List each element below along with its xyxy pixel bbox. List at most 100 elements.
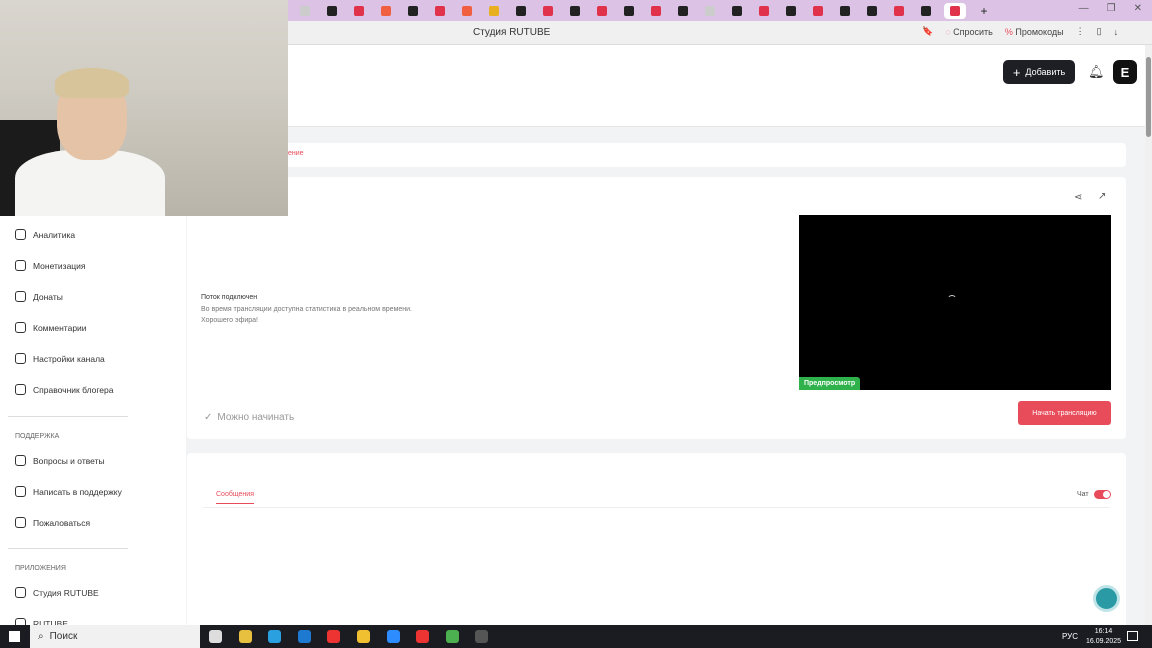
- new-tab-button[interactable]: +: [975, 3, 993, 19]
- chat-label: Чат: [1077, 491, 1089, 498]
- browser-tab[interactable]: [647, 3, 665, 19]
- chat-card: Сообщения Чат: [187, 453, 1126, 633]
- sidebar-item[interactable]: Настройки канала: [15, 353, 105, 364]
- sidebar-item[interactable]: Справочник блогера: [15, 384, 113, 395]
- notifications-icon[interactable]: [1127, 631, 1138, 641]
- browser-tab[interactable]: [485, 3, 503, 19]
- sidebar-item[interactable]: Комментарии: [15, 322, 87, 333]
- favicon-icon: [813, 5, 823, 16]
- sidebar-item[interactable]: Вопросы и ответы: [15, 455, 105, 466]
- browser-tab[interactable]: [674, 3, 692, 19]
- external-link-icon[interactable]: ↗: [1098, 191, 1106, 202]
- browser-tab[interactable]: [701, 3, 719, 19]
- tab-messages[interactable]: Сообщения: [216, 491, 254, 504]
- favicon-icon: [840, 5, 850, 16]
- restore-button[interactable]: ❐: [1107, 3, 1116, 14]
- sidebar-item[interactable]: Пожаловаться: [15, 517, 90, 528]
- sidebar-item-icon: [15, 291, 26, 302]
- browser-tab[interactable]: [944, 2, 966, 19]
- browser-tab[interactable]: [458, 3, 476, 19]
- favicon-icon: [516, 5, 526, 16]
- sidebar-section-title: ПРИЛОЖЕНИЯ: [15, 565, 66, 572]
- browser-tab[interactable]: [512, 3, 530, 19]
- browser-tab[interactable]: [431, 3, 449, 19]
- taskbar-app-icon[interactable]: [416, 630, 430, 643]
- extensions-icon[interactable]: ▯: [1097, 26, 1102, 37]
- taskbar-app-icon[interactable]: [357, 630, 370, 643]
- browser-tab[interactable]: [890, 3, 908, 19]
- add-button[interactable]: + Добавить: [1003, 60, 1075, 84]
- taskbar-app-icon[interactable]: [209, 630, 222, 643]
- divider: [8, 416, 128, 417]
- status-text: Во время трансляции доступна статистика …: [201, 305, 412, 313]
- menu-icon[interactable]: ⋮: [1076, 26, 1085, 37]
- browser-tab[interactable]: [377, 3, 395, 19]
- scrollbar[interactable]: [1145, 45, 1152, 625]
- check-icon: ✓: [204, 412, 213, 423]
- sidebar-item[interactable]: Аналитика: [15, 229, 75, 240]
- favicon-icon: [624, 5, 634, 16]
- browser-tab[interactable]: [809, 3, 827, 19]
- chat-toggle[interactable]: [1094, 490, 1111, 499]
- sidebar-item-icon: [15, 260, 26, 271]
- favicon-icon: [381, 5, 391, 16]
- browser-tab[interactable]: [566, 3, 584, 19]
- favicon-icon: [867, 5, 877, 16]
- webcam-overlay: [0, 0, 288, 216]
- sidebar-section-title: ПОДДЕРЖКА: [15, 433, 60, 440]
- browser-tab[interactable]: [539, 3, 557, 19]
- sidebar-item-icon: [15, 587, 26, 598]
- sidebar-item[interactable]: Написать в поддержку: [15, 486, 122, 497]
- taskbar-app-icon[interactable]: [475, 630, 489, 643]
- sidebar-item[interactable]: Донаты: [15, 291, 63, 302]
- sidebar-item-icon: [15, 486, 26, 497]
- language-indicator[interactable]: РУС: [1062, 632, 1078, 641]
- sidebar-item[interactable]: Студия RUTUBE: [15, 587, 99, 598]
- browser-tab[interactable]: [620, 3, 638, 19]
- browser-tab[interactable]: [728, 3, 746, 19]
- download-icon[interactable]: ↓: [1114, 27, 1119, 37]
- taskbar-app-icon[interactable]: [327, 630, 341, 643]
- taskbar-app-icon[interactable]: [268, 630, 282, 643]
- avatar[interactable]: E: [1113, 60, 1137, 84]
- preview-badge: Предпросмотр: [799, 377, 861, 390]
- stream-card: ⋖ ↗ Поток подключен Во время трансляции …: [187, 177, 1126, 439]
- status-title: Поток подключен: [201, 294, 258, 301]
- plus-icon: +: [1012, 64, 1021, 80]
- sidebar-item-icon: [15, 353, 26, 364]
- taskbar-app-icon[interactable]: [386, 630, 400, 643]
- favicon-icon: [354, 5, 364, 16]
- promo-button[interactable]: % Промокоды: [1005, 27, 1064, 37]
- browser-tab[interactable]: [296, 3, 314, 19]
- start-stream-button[interactable]: Начать трансляцию: [1018, 401, 1111, 425]
- sidebar-item-icon: [15, 455, 26, 466]
- ready-status: ✓ Можно начинать: [204, 412, 295, 423]
- browser-tab[interactable]: [836, 3, 854, 19]
- browser-tab[interactable]: [917, 3, 935, 19]
- close-button[interactable]: ✕: [1134, 3, 1142, 14]
- taskbar: ⌕ Поиск РУС 16:14 16.09.2025: [0, 625, 1152, 648]
- sidebar-item[interactable]: Монетизация: [15, 260, 86, 271]
- tab-active[interactable]: ение: [288, 150, 304, 157]
- browser-tab[interactable]: [863, 3, 881, 19]
- browser-tab[interactable]: [350, 3, 368, 19]
- favicon-icon: [705, 5, 715, 16]
- browser-tab[interactable]: [755, 3, 773, 19]
- ask-button[interactable]: ◌ Спросить: [945, 27, 993, 37]
- bookmark-icon[interactable]: 🔖: [922, 26, 933, 37]
- taskbar-app-icon[interactable]: [238, 630, 252, 643]
- bell-icon[interactable]: 🔔︎: [1088, 64, 1105, 80]
- browser-tab[interactable]: [782, 3, 800, 19]
- help-widget-button[interactable]: [1093, 585, 1120, 612]
- minimize-button[interactable]: —: [1079, 3, 1089, 14]
- taskbar-app-icon[interactable]: [445, 630, 459, 643]
- clock[interactable]: 16:14 16.09.2025: [1086, 627, 1121, 647]
- taskbar-search[interactable]: ⌕ Поиск: [30, 625, 200, 648]
- windows-start-icon[interactable]: [9, 631, 20, 642]
- share-icon[interactable]: ⋖: [1074, 192, 1082, 203]
- video-preview[interactable]: Предпросмотр: [799, 215, 1111, 390]
- taskbar-app-icon[interactable]: [297, 630, 311, 643]
- browser-tab[interactable]: [404, 3, 422, 19]
- browser-tab[interactable]: [323, 3, 341, 19]
- browser-tab[interactable]: [593, 3, 611, 19]
